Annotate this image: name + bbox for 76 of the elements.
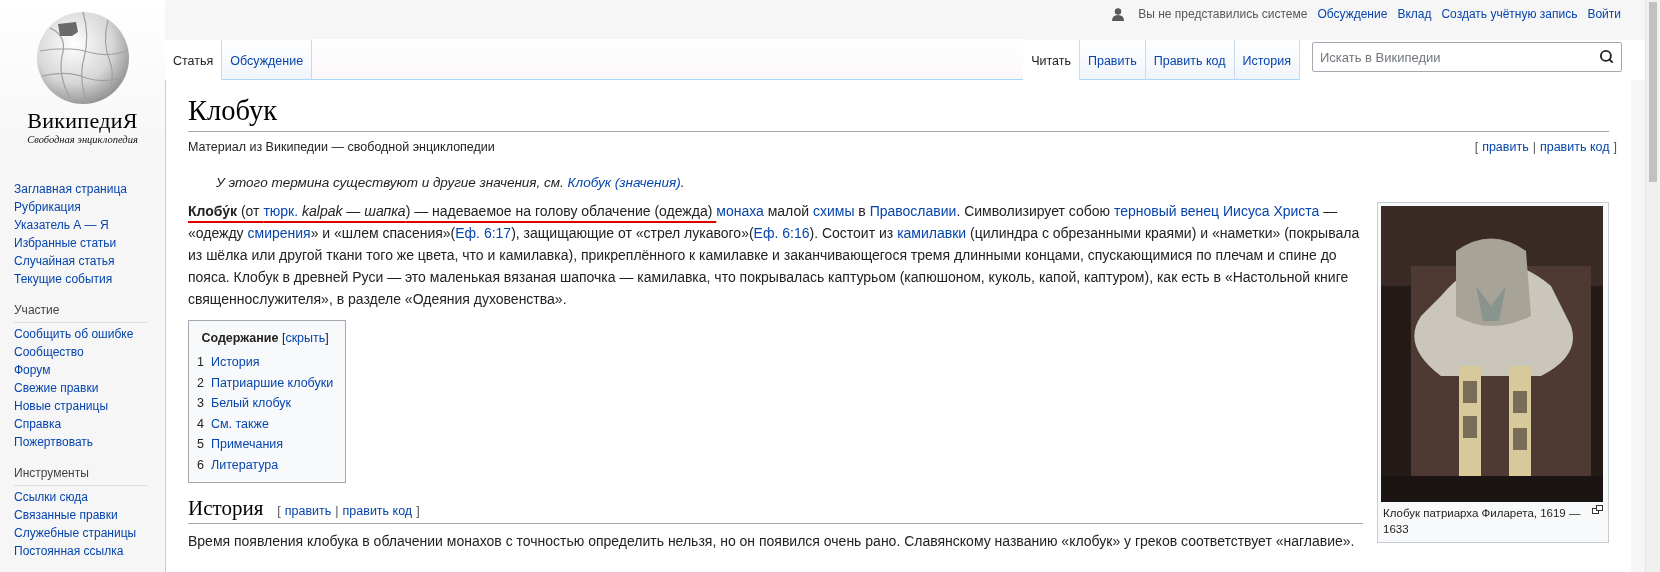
login-status: Вы не представились системе bbox=[1138, 7, 1308, 21]
toc-link[interactable]: Белый клобук bbox=[210, 393, 292, 414]
link[interactable]: Иисуса Христа bbox=[1223, 203, 1320, 220]
user-link[interactable]: Вклад bbox=[1397, 7, 1432, 21]
tab[interactable]: Обсуждение bbox=[222, 40, 313, 80]
separator: | bbox=[335, 503, 339, 521]
tab[interactable]: Править код bbox=[1145, 40, 1235, 80]
user-icon bbox=[1112, 7, 1125, 21]
link[interactable]: монаха bbox=[716, 203, 764, 220]
sidebar-link[interactable]: Постоянная ссылка bbox=[14, 542, 124, 560]
bracket: [ bbox=[1474, 139, 1479, 157]
sidebar-link[interactable]: Указатель А — Я bbox=[14, 216, 109, 234]
link[interactable]: тюрк. bbox=[263, 203, 299, 220]
toc-number: 4 bbox=[197, 415, 204, 433]
toc-number: 6 bbox=[197, 456, 204, 474]
user-link[interactable]: Создать учётную запись bbox=[1441, 7, 1578, 21]
search-icon[interactable] bbox=[1599, 49, 1614, 64]
edit-link[interactable]: править bbox=[284, 500, 332, 523]
tab[interactable]: Править bbox=[1079, 40, 1146, 80]
sidebar-link[interactable]: Свежие правки bbox=[14, 379, 99, 397]
sidebar-link[interactable]: Текущие события bbox=[14, 270, 113, 288]
toc-link[interactable]: Примечания bbox=[210, 434, 284, 455]
lead-paragraph: Клобу́к (от тюрк. kalpak — шапка) — надеваемое на голову облачение (одежда) монаха малой схимы в Православии. Символизирует собою терновый венец Иисуса Христа — «одежду смирения» и «шлем спасения»(Еф. 6:17), защищающие от «стрел лукавого»(Еф. 6:16). Состоит из камилавки (цилиндра с обрезанными краями) и «наметки» (покрывала из шёлка или другой ткани того же цвета, что и камилавка), прикреплённого к камилавке и заканчивающегося тремя длинными концами, спускающимися по плечам и спине до пояса. Клобук в древней Руси — это маленькая вязаная шапочка — камилавка, что покрывалась каптурьом (капюшоном, куколь, капой, каптуром), как есть в «Настольной книге священнослужителя», в разделе «Одеяния духовенства». bbox=[188, 202, 1361, 310]
link[interactable]: смирения bbox=[247, 225, 311, 242]
toc-link[interactable]: См. также bbox=[210, 413, 269, 435]
link[interactable]: Клобук (значения) bbox=[567, 175, 681, 191]
toc-number: 1 bbox=[197, 354, 204, 372]
link[interactable]: Еф. 6:16 bbox=[753, 225, 810, 242]
toc-link[interactable]: История bbox=[210, 352, 260, 373]
separator: | bbox=[1532, 139, 1536, 157]
edit-link[interactable]: править bbox=[1482, 136, 1529, 159]
section-text: Время появления клобука в облачении монахов с точностью определить нельзя, но он появился очень рано. Славянскому названию «клобук» у греков соответствует «наглавие». bbox=[188, 532, 1356, 552]
hide-toggle: [скрыть] bbox=[281, 331, 329, 346]
enlarge-icon[interactable] bbox=[1592, 505, 1603, 515]
bracket: ] bbox=[416, 503, 420, 521]
image-caption: Клобук патриарха Филарета, 1619 —1633 bbox=[1383, 506, 1582, 538]
sidebar-heading: Инструменты bbox=[14, 466, 89, 480]
toc-number: 2 bbox=[197, 374, 204, 392]
link[interactable]: схимы bbox=[812, 203, 855, 220]
toc-number: 3 bbox=[197, 395, 204, 413]
sidebar-link[interactable]: Заглавная страница bbox=[14, 180, 127, 198]
user-link[interactable]: Войти bbox=[1587, 7, 1621, 21]
sidebar-link[interactable]: Форум bbox=[14, 361, 51, 379]
edit-link[interactable]: править код bbox=[1539, 136, 1610, 159]
wordmark[interactable]: ВикипедиЯ bbox=[27, 108, 138, 134]
sidebar-link[interactable]: Служебные страницы bbox=[14, 524, 137, 542]
sidebar-link[interactable]: Случайная статья bbox=[14, 252, 115, 270]
link[interactable]: Еф. 6:17 bbox=[455, 225, 512, 242]
link[interactable]: терновый венец bbox=[1113, 203, 1223, 220]
toc-title: Содержание bbox=[201, 331, 279, 346]
article-title: Клобук bbox=[188, 92, 1609, 133]
user-link[interactable]: Обсуждение bbox=[1317, 7, 1388, 21]
sidebar-heading: Участие bbox=[14, 303, 60, 317]
toc-link[interactable]: Патриаршие клобуки bbox=[210, 372, 334, 394]
sidebar-link[interactable]: Новые страницы bbox=[14, 397, 109, 415]
sidebar-link[interactable]: Избранные статьи bbox=[14, 234, 117, 252]
sidebar-link[interactable]: Пожертвовать bbox=[14, 433, 94, 451]
link[interactable]: камилавки bbox=[897, 225, 967, 242]
tagline: Свободная энциклопедия bbox=[27, 134, 138, 145]
sidebar-link[interactable]: Сообщество bbox=[14, 343, 84, 361]
sidebar-link[interactable]: Связанные правки bbox=[14, 506, 118, 524]
scrollbar[interactable] bbox=[1645, 0, 1660, 572]
site-tagline: Материал из Википедии — свободной энциклопедии bbox=[188, 139, 495, 157]
edit-link[interactable]: править код bbox=[342, 500, 413, 523]
bracket: ] bbox=[1613, 139, 1617, 157]
search-field[interactable]: Искать в Википедии bbox=[1312, 42, 1622, 72]
bracket: [ bbox=[277, 503, 281, 521]
toc-number: 5 bbox=[197, 436, 204, 454]
toc-link[interactable]: Литература bbox=[210, 454, 279, 476]
tab[interactable]: История bbox=[1234, 40, 1300, 80]
sidebar-link[interactable]: Ссылки сюда bbox=[14, 488, 88, 506]
sidebar-link[interactable]: Сообщить об ошибке bbox=[14, 325, 134, 343]
sidebar-link[interactable]: Рубрикация bbox=[14, 198, 81, 216]
sidebar-link[interactable]: Справка bbox=[14, 415, 62, 433]
hatnote: У этого термина существуют и другие значения, см. Клобук (значения). bbox=[216, 174, 686, 193]
section-heading: История bbox=[188, 495, 264, 523]
